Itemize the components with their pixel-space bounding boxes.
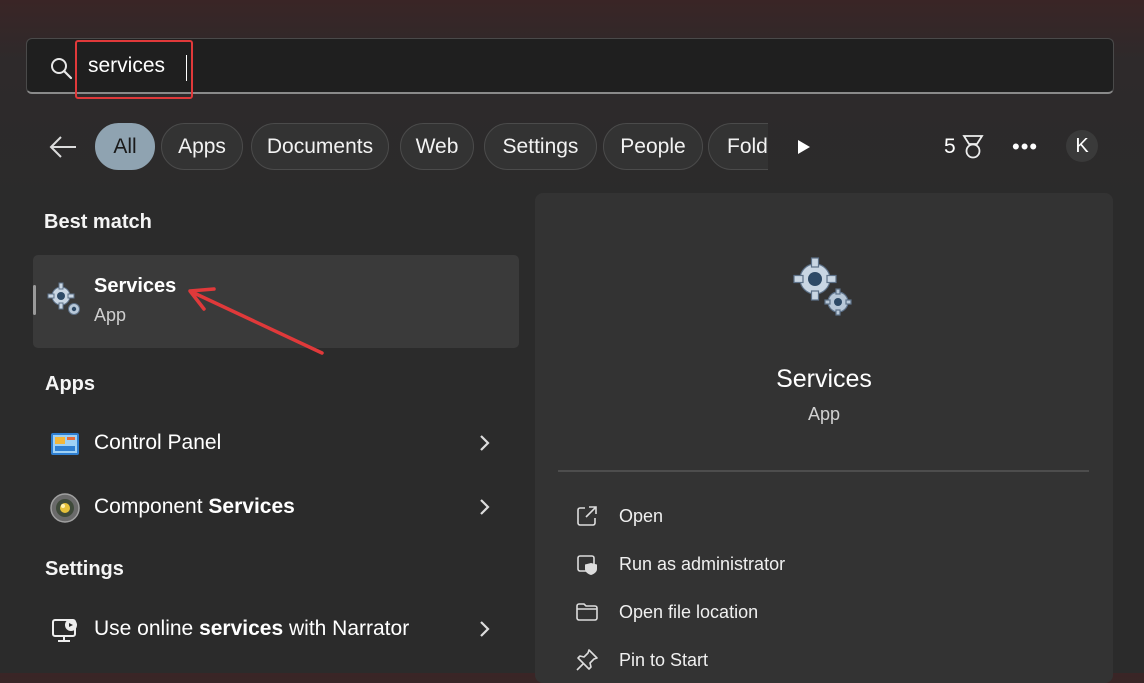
best-match-type: App xyxy=(94,305,127,325)
narrator-icon xyxy=(52,619,77,642)
action-pin-to-start[interactable]: Pin to Start xyxy=(575,640,1075,680)
chevron-right-icon[interactable] xyxy=(478,434,490,452)
chevron-right-icon[interactable] xyxy=(478,498,490,516)
chip-apps[interactable]: Apps xyxy=(161,123,243,170)
scroll-right-icon[interactable] xyxy=(796,139,812,155)
component-services-icon xyxy=(50,493,80,523)
action-open-file-location[interactable]: Open file location xyxy=(575,592,1075,632)
action-open[interactable]: Open xyxy=(575,496,1075,536)
app-item-label: Control Panel xyxy=(94,431,222,454)
settings-item-narrator[interactable]: Use online services with Narrator xyxy=(33,604,519,654)
chip-folders[interactable]: Fold xyxy=(708,123,768,170)
chip-settings[interactable]: Settings xyxy=(484,123,597,170)
best-match-heading: Best match xyxy=(44,211,152,233)
shield-icon xyxy=(577,555,597,575)
app-item-label: Component Services xyxy=(94,495,295,518)
folder-icon xyxy=(576,603,598,621)
services-gear-icon xyxy=(793,257,852,316)
preview-pane: Services App Open Run as administrator O… xyxy=(535,193,1113,683)
back-arrow-icon[interactable] xyxy=(48,132,78,162)
chip-web[interactable]: Web xyxy=(400,123,474,170)
reward-count[interactable]: 5 xyxy=(944,135,956,159)
pin-icon xyxy=(576,649,598,671)
annotation-arrow xyxy=(188,287,324,355)
settings-heading: Settings xyxy=(45,558,124,580)
filter-chips: All Apps Documents Web Settings People F… xyxy=(95,123,768,171)
chip-all[interactable]: All xyxy=(95,123,155,170)
divider xyxy=(558,470,1089,472)
action-run-as-admin[interactable]: Run as administrator xyxy=(575,544,1075,584)
action-label: Open xyxy=(619,506,664,526)
action-label: Pin to Start xyxy=(619,650,709,670)
chip-documents[interactable]: Documents xyxy=(251,123,389,170)
services-gear-icon xyxy=(47,282,80,315)
apps-heading: Apps xyxy=(45,373,95,395)
search-highlight-box xyxy=(75,40,193,99)
search-icon xyxy=(51,58,73,80)
selection-indicator xyxy=(33,285,36,315)
medal-icon[interactable] xyxy=(961,134,985,160)
more-icon[interactable]: ••• xyxy=(1012,136,1037,158)
chevron-right-icon[interactable] xyxy=(478,620,490,638)
open-external-icon xyxy=(577,506,597,526)
avatar[interactable]: K xyxy=(1066,130,1098,162)
action-label: Open file location xyxy=(619,602,759,622)
app-item-component-services[interactable]: Component Services xyxy=(33,482,519,532)
preview-subtitle: App xyxy=(807,404,841,424)
best-match-name: Services xyxy=(94,275,177,297)
chip-people[interactable]: People xyxy=(603,123,703,170)
app-item-control-panel[interactable]: Control Panel xyxy=(33,418,519,468)
control-panel-icon xyxy=(51,433,79,455)
action-label: Run as administrator xyxy=(619,554,786,574)
preview-title: Services xyxy=(776,365,872,393)
settings-item-label: Use online services with Narrator xyxy=(94,617,410,640)
